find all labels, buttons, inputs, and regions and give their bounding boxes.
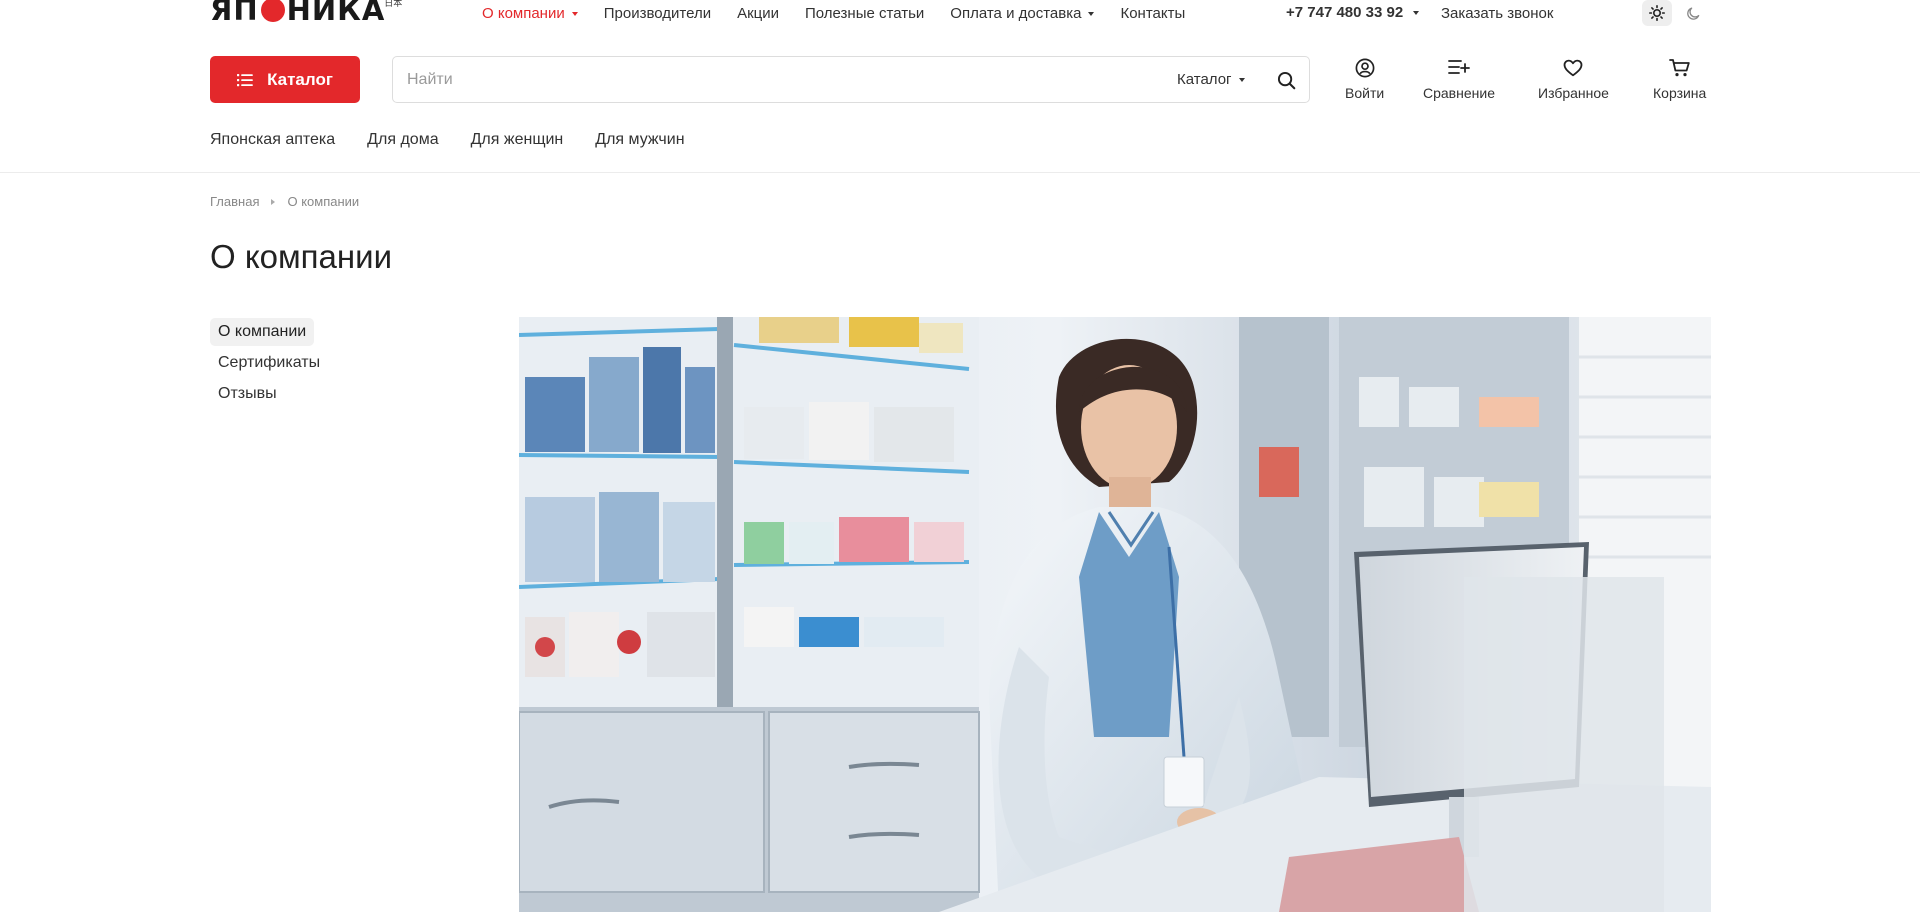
header-divider bbox=[0, 172, 1920, 173]
chevron-down-icon bbox=[1238, 77, 1245, 82]
sun-icon bbox=[1649, 5, 1665, 21]
breadcrumb-home[interactable]: Главная bbox=[210, 194, 259, 209]
cart-label: Корзина bbox=[1653, 85, 1707, 101]
topnav-item-label: Оплата и доставка bbox=[950, 5, 1082, 22]
category-men[interactable]: Для мужчин bbox=[595, 131, 684, 149]
search-input[interactable] bbox=[407, 57, 1107, 102]
phone-dropdown[interactable]: +7 747 480 33 92 bbox=[1286, 4, 1420, 21]
list-icon bbox=[237, 73, 253, 86]
pharmacy-photo bbox=[519, 317, 1711, 912]
breadcrumb-separator-icon bbox=[271, 198, 276, 205]
logo-text-left: ЯП bbox=[210, 0, 259, 27]
category-women[interactable]: Для женщин bbox=[471, 131, 564, 149]
category-nav: Японская аптека Для дома Для женщин Для … bbox=[210, 131, 717, 149]
top-nav: О компании Производители Акции Полезные … bbox=[482, 5, 1211, 22]
breadcrumb-current: О компании bbox=[287, 194, 360, 209]
login-button[interactable]: Войти bbox=[1345, 57, 1384, 101]
search-scope-dropdown[interactable]: Каталог bbox=[1177, 71, 1245, 88]
logo-kanji: 日本 bbox=[384, 0, 403, 9]
topnav-item-promotions[interactable]: Акции bbox=[737, 5, 779, 22]
breadcrumb: Главная О компании bbox=[210, 194, 359, 209]
top-bar: ЯП НИКА 日本 О компании Производители Акции… bbox=[0, 0, 1920, 30]
topnav-item-label: Акции bbox=[737, 5, 779, 22]
logo[interactable]: ЯП НИКА 日本 bbox=[210, 0, 402, 27]
user-icon bbox=[1355, 58, 1375, 78]
catalog-button-label: Каталог bbox=[267, 69, 333, 89]
chevron-down-icon bbox=[1088, 11, 1095, 16]
compare-label: Сравнение bbox=[1423, 85, 1495, 101]
search-button[interactable] bbox=[1273, 67, 1299, 93]
callback-link[interactable]: Заказать звонок bbox=[1441, 5, 1553, 22]
topnav-item-label: Контакты bbox=[1120, 5, 1186, 22]
page-title: О компании bbox=[210, 238, 392, 275]
topnav-item-contacts[interactable]: Контакты bbox=[1120, 5, 1185, 22]
hero-image bbox=[519, 317, 1711, 912]
favorites-button[interactable]: Избранное bbox=[1538, 57, 1609, 101]
moon-icon bbox=[1686, 7, 1699, 20]
topnav-item-label: О компании bbox=[482, 5, 565, 22]
heart-icon bbox=[1564, 59, 1583, 77]
theme-dark-button[interactable] bbox=[1678, 0, 1708, 26]
search-scope-label: Каталог bbox=[1177, 71, 1232, 88]
search-bar: Каталог bbox=[392, 56, 1310, 103]
compare-icon bbox=[1448, 60, 1470, 74]
side-menu: О компании Сертификаты Отзывы bbox=[210, 318, 410, 411]
login-label: Войти bbox=[1345, 85, 1385, 101]
catalog-button[interactable]: Каталог bbox=[210, 56, 360, 103]
favorites-label: Избранное bbox=[1538, 85, 1609, 101]
phone-number: +7 747 480 33 92 bbox=[1286, 4, 1404, 21]
category-home[interactable]: Для дома bbox=[367, 131, 438, 149]
logo-text-right: НИКА bbox=[286, 0, 386, 27]
cart-button[interactable]: Корзина bbox=[1653, 57, 1706, 101]
sidemenu-item-certificates[interactable]: Сертификаты bbox=[210, 349, 328, 377]
topnav-item-articles[interactable]: Полезные статьи bbox=[805, 5, 924, 22]
logo-red-dot bbox=[260, 0, 285, 22]
topnav-item-about[interactable]: О компании bbox=[482, 5, 578, 22]
topnav-item-label: Производители bbox=[603, 5, 712, 22]
compare-button[interactable]: Сравнение bbox=[1423, 57, 1495, 101]
theme-light-button[interactable] bbox=[1642, 0, 1672, 26]
category-japanese-pharmacy[interactable]: Японская аптека bbox=[210, 131, 335, 149]
chevron-down-icon bbox=[1413, 10, 1420, 15]
sidemenu-item-about[interactable]: О компании bbox=[210, 318, 315, 346]
sidemenu-item-reviews[interactable]: Отзывы bbox=[210, 380, 285, 408]
topnav-item-manufacturers[interactable]: Производители bbox=[604, 5, 711, 22]
topnav-item-label: Полезные статьи bbox=[805, 5, 925, 22]
theme-switch bbox=[1642, 0, 1708, 26]
chevron-down-icon bbox=[571, 11, 578, 16]
search-icon bbox=[1277, 71, 1295, 89]
cart-icon bbox=[1668, 59, 1690, 77]
topnav-item-payment-delivery[interactable]: Оплата и доставка bbox=[950, 5, 1095, 22]
